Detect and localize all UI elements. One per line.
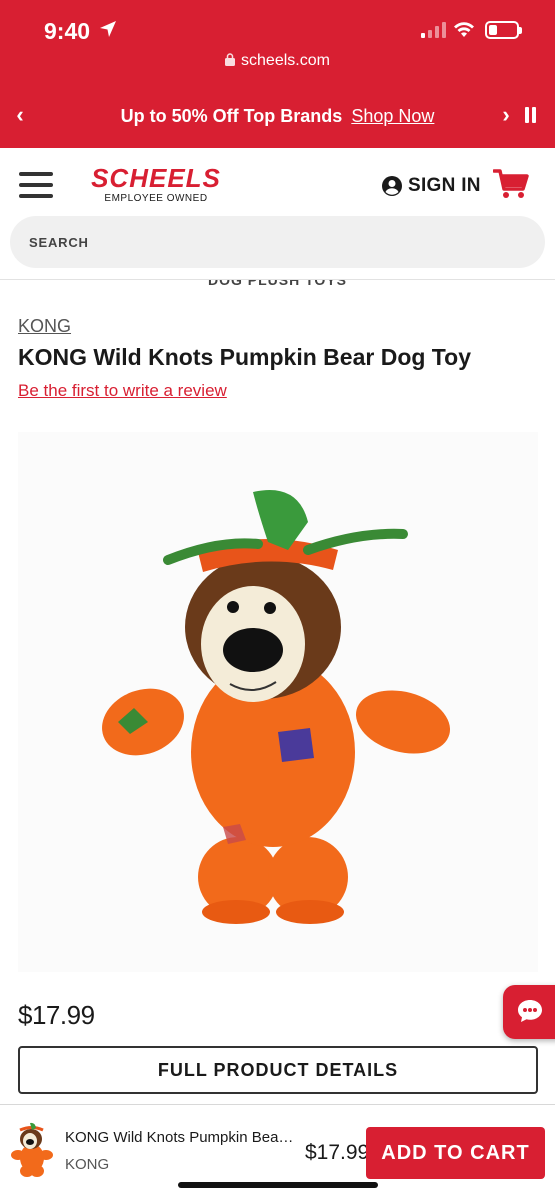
breadcrumb-label: DOG PLUSH TOYS <box>208 280 347 288</box>
product-image[interactable] <box>18 432 538 972</box>
logo-wordmark: SCHEELS <box>91 163 221 193</box>
write-review-link[interactable]: Be the first to write a review <box>18 381 227 401</box>
cart-icon[interactable] <box>493 168 529 200</box>
full-product-details-button[interactable]: FULL PRODUCT DETAILS <box>18 1046 538 1094</box>
promo-message: Up to 50% Off Top Brands <box>120 106 343 126</box>
product-thumbnail[interactable] <box>10 1121 54 1179</box>
sign-in-label: SIGN IN <box>408 175 481 196</box>
pause-icon[interactable] <box>523 107 537 123</box>
site-header: SCHEELS EMPLOYEE OWNED SIGN IN <box>0 148 555 280</box>
signal-icon <box>421 22 446 38</box>
scheels-logo[interactable]: SCHEELS EMPLOYEE OWNED <box>80 164 232 204</box>
logo-tagline: EMPLOYEE OWNED <box>104 193 208 204</box>
search-input[interactable] <box>10 216 545 268</box>
status-time: 9:40 <box>44 18 91 44</box>
url-bar[interactable]: scheels.com <box>0 52 555 78</box>
sticky-product-price: $17.99 <box>305 1141 370 1164</box>
chat-icon <box>518 1000 542 1022</box>
lock-icon <box>225 53 236 66</box>
breadcrumb[interactable]: DOG PLUSH TOYS <box>0 280 555 290</box>
product-price: $17.99 <box>18 1000 95 1030</box>
promo-text: Up to 50% Off Top Brands Shop Now <box>0 106 555 127</box>
add-to-cart-button[interactable]: ADD TO CART <box>366 1127 545 1179</box>
top-red-area: 9:40 scheels.com ‹ Up to 50% Off Top Bra… <box>0 0 555 148</box>
location-arrow-icon <box>100 21 116 37</box>
promo-banner: ‹ Up to 50% Off Top Brands Shop Now › <box>0 92 555 140</box>
wifi-icon <box>454 22 474 37</box>
promo-next-icon[interactable]: › <box>497 102 515 128</box>
pumpkin-bear-toy-image <box>102 490 451 924</box>
url-text: scheels.com <box>241 52 330 69</box>
brand-link[interactable]: KONG <box>18 316 71 337</box>
status-bar: 9:40 <box>0 0 555 52</box>
user-icon <box>382 176 402 196</box>
sticky-product-brand: KONG <box>65 1156 110 1173</box>
home-indicator[interactable] <box>178 1182 378 1188</box>
sign-in-button[interactable]: SIGN IN <box>382 174 481 198</box>
promo-shop-now-link[interactable]: Shop Now <box>351 106 434 126</box>
battery-icon <box>485 21 522 39</box>
menu-icon[interactable] <box>19 170 53 200</box>
product-title: KONG Wild Knots Pumpkin Bear Dog Toy <box>18 344 471 370</box>
chat-button[interactable] <box>503 985 555 1039</box>
sticky-product-name: KONG Wild Knots Pumpkin Bear Dog Toy <box>65 1129 297 1146</box>
